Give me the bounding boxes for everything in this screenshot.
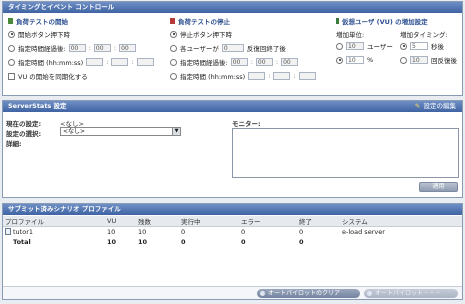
start-elapsed-ss[interactable]: 00 [119,44,137,52]
start-at-time-option[interactable]: 指定時間 (hh:mm:ss) : : [8,57,154,67]
col-header-remaining: 残数 [136,216,179,227]
current-settings-label: 現在の設定: [6,120,42,128]
start-time-ss[interactable] [136,58,154,66]
timing-panel-title: タイミングとイベント コントロール [3,2,462,13]
vu-heading: 仮想ユーザ (VU) の増加設定 [342,18,428,26]
serverstats-title: ServerStats 設定 [8,102,67,110]
pencil-icon: ✎ [414,102,421,110]
radio-icon[interactable] [336,42,343,50]
col-header-vu: VU [105,216,136,227]
timing-event-panel: タイミングとイベント コントロール 負荷テストの開始 開始ボタン押下時 指定時間… [2,1,463,96]
stop-time-hh[interactable] [248,72,266,80]
radio-icon[interactable] [170,58,177,66]
profile-document-icon [5,228,11,236]
stop-test-column: 負荷テストの停止 [170,16,230,26]
vu-unit-users-option[interactable]: 10 ユーザー [336,41,393,51]
start-time-mm[interactable] [111,58,129,66]
start-after-elapsed-option[interactable]: 指定時間経過後: 00 : 00 : 00 [8,43,137,53]
vu-timing-seconds-option[interactable]: 5 秒後 [400,41,444,51]
stop-elapsed-mm[interactable]: 00 [255,58,273,66]
vu-ramp-column: 仮想ユーザ (VU) の増加設定 [336,16,428,26]
profiles-panel-title: サブミット済みシナリオ プロファイル [3,204,462,215]
apply-button[interactable]: 適用 [419,182,458,192]
table-row[interactable]: tutor1 10 10 0 0 0 e-load server [3,227,462,237]
select-settings-label: 設定の選択: [6,130,42,138]
details-label: 詳細: [6,140,22,148]
profiles-footer-bar: オートパイロットのクリア オートパイロット・・・ [3,286,462,299]
radio-icon[interactable] [336,56,343,64]
stop-at-time-option[interactable]: 指定時間 (hh:mm:ss) : : [170,71,316,81]
profiles-table: プロファイル VU 残数 実行中 エラー 終了 システム tutor1 10 1… [3,216,462,247]
stop-iterations-input[interactable]: 0 [221,44,244,52]
col-header-errors: エラー [239,216,297,227]
clear-icon [260,291,265,296]
start-bullet-icon [8,18,13,24]
vu-timing-iterations-option[interactable]: 10 回反復後 [400,55,457,65]
clear-autopilot-button[interactable]: オートパイロットのクリア [257,289,360,298]
radio-icon[interactable] [8,44,15,52]
radio-icon[interactable] [170,30,177,38]
col-header-running: 実行中 [179,216,239,227]
radio-icon[interactable] [170,72,177,80]
col-header-system: システム [340,216,462,227]
stop-time-ss[interactable] [298,72,316,80]
stop-on-button-option[interactable]: 停止ボタン押下時 [170,29,232,39]
stop-bullet-icon [170,18,175,24]
start-elapsed-hh[interactable]: 00 [68,44,86,52]
sync-vu-start-checkbox[interactable]: VU の開始を同期化する [8,71,88,81]
autopilot-icon [367,291,372,296]
vu-unit-percent-option[interactable]: 10 % [336,55,373,65]
vu-unit-label: 増加単位: [336,31,365,39]
stop-after-iterations-option[interactable]: 各ユーザーが 0 反復回終了後 [170,43,286,53]
start-on-button-option[interactable]: 開始ボタン押下時 [8,29,70,39]
start-time-hh[interactable] [86,58,104,66]
checkbox-icon[interactable] [8,72,15,80]
start-elapsed-mm[interactable]: 00 [93,44,111,52]
submitted-profiles-panel: サブミット済みシナリオ プロファイル プロファイル VU 残数 実行中 エラー … [2,203,463,300]
table-header-row: プロファイル VU 残数 実行中 エラー 終了 システム [3,216,462,227]
radio-icon[interactable] [8,58,15,66]
vu-users-input[interactable]: 10 [346,42,364,50]
vu-timing-label: 増加タイミング: [400,31,448,39]
radio-icon[interactable] [8,30,15,38]
monitor-label: モニター: [232,120,261,128]
serverstats-panel: ServerStats 設定 ✎ 設定の編集 現在の設定: <なし> 設定の選択:… [2,100,463,198]
edit-settings-link[interactable]: ✎ 設定の編集 [414,101,456,112]
chevron-down-icon[interactable]: ▼ [172,128,180,135]
autopilot-disabled-button[interactable]: オートパイロット・・・ [364,289,458,298]
start-heading: 負荷テストの開始 [16,18,68,26]
radio-icon[interactable] [400,56,407,64]
col-header-finished: 終了 [297,216,340,227]
stop-elapsed-ss[interactable]: 00 [281,58,299,66]
stop-heading: 負荷テストの停止 [178,18,230,26]
radio-icon[interactable] [170,44,177,52]
vu-seconds-input[interactable]: 5 [410,42,428,50]
start-test-column: 負荷テストの開始 [8,16,68,26]
vu-bullet-icon [336,18,339,24]
monitor-textarea[interactable] [232,128,459,178]
stop-after-elapsed-option[interactable]: 指定時間経過後: 00 : 00 : 00 [170,57,299,67]
settings-select[interactable]: <なし> ▼ [60,127,181,136]
total-row: Total 10 10 0 0 0 [13,237,304,246]
radio-icon[interactable] [400,42,407,50]
stop-time-mm[interactable] [273,72,291,80]
col-header-profile: プロファイル [3,216,105,227]
vu-iterations-input[interactable]: 10 [410,56,428,64]
stop-elapsed-hh[interactable]: 00 [230,58,248,66]
vu-percent-input[interactable]: 10 [346,56,364,64]
